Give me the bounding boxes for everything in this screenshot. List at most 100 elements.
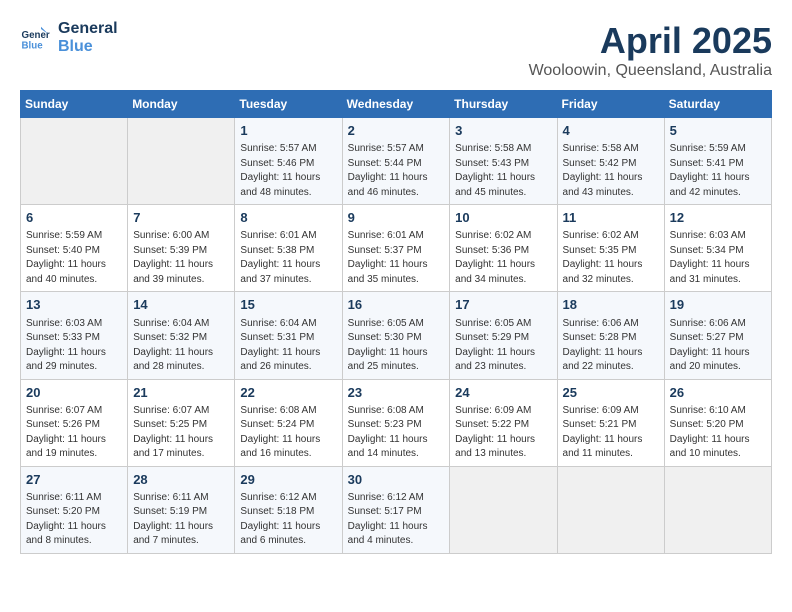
day-info: Sunrise: 6:04 AM Sunset: 5:31 PM Dayligh… <box>240 317 336 375</box>
day-info: Sunrise: 5:59 AM Sunset: 5:41 PM Dayligh… <box>670 142 766 200</box>
calendar-cell: 29 Sunrise: 6:12 AM Sunset: 5:18 PM Dayli… <box>235 466 342 553</box>
calendar-cell: 1 Sunrise: 5:57 AM Sunset: 5:46 PM Daylig… <box>235 118 342 205</box>
day-number: 5 <box>670 122 766 140</box>
calendar-cell: 7 Sunrise: 6:00 AM Sunset: 5:39 PM Daylig… <box>128 205 235 292</box>
calendar-cell: 26 Sunrise: 6:10 AM Sunset: 5:20 PM Dayli… <box>664 379 771 466</box>
calendar-cell: 5 Sunrise: 5:59 AM Sunset: 5:41 PM Daylig… <box>664 118 771 205</box>
calendar-cell: 25Sunrise: 6:09 AM Sunset: 5:21 PM Dayli… <box>557 379 664 466</box>
day-number: 26 <box>670 384 766 402</box>
week-row-5: 27 Sunrise: 6:11 AM Sunset: 5:20 PM Dayli… <box>21 466 772 553</box>
day-number: 14 <box>133 296 229 314</box>
header: General Blue General Blue April 2025 Woo… <box>20 20 772 80</box>
weekday-header-friday: Friday <box>557 91 664 118</box>
location-title: Wooloowin, Queensland, Australia <box>529 62 772 80</box>
calendar-cell: 3Sunrise: 5:58 AM Sunset: 5:43 PM Daylig… <box>450 118 557 205</box>
calendar-cell: 15 Sunrise: 6:04 AM Sunset: 5:31 PM Dayli… <box>235 292 342 379</box>
day-info: Sunrise: 6:02 AM Sunset: 5:35 PM Dayligh… <box>563 229 659 287</box>
day-number: 13 <box>26 296 122 314</box>
calendar-cell: 24 Sunrise: 6:09 AM Sunset: 5:22 PM Dayli… <box>450 379 557 466</box>
calendar-cell: 10 Sunrise: 6:02 AM Sunset: 5:36 PM Dayli… <box>450 205 557 292</box>
day-info: Sunrise: 6:07 AM Sunset: 5:26 PM Dayligh… <box>26 404 122 462</box>
calendar-cell <box>128 118 235 205</box>
calendar-cell: 16Sunrise: 6:05 AM Sunset: 5:30 PM Dayli… <box>342 292 450 379</box>
weekday-header-monday: Monday <box>128 91 235 118</box>
day-info: Sunrise: 6:09 AM Sunset: 5:22 PM Dayligh… <box>455 404 551 462</box>
day-number: 17 <box>455 296 551 314</box>
day-info: Sunrise: 6:06 AM Sunset: 5:27 PM Dayligh… <box>670 317 766 375</box>
logo-icon: General Blue <box>20 23 50 53</box>
title-section: April 2025 Wooloowin, Queensland, Austra… <box>529 20 772 80</box>
day-number: 10 <box>455 209 551 227</box>
calendar-cell <box>664 466 771 553</box>
day-info: Sunrise: 6:02 AM Sunset: 5:36 PM Dayligh… <box>455 229 551 287</box>
day-info: Sunrise: 6:11 AM Sunset: 5:19 PM Dayligh… <box>133 491 229 549</box>
day-number: 24 <box>455 384 551 402</box>
calendar-cell: 23Sunrise: 6:08 AM Sunset: 5:23 PM Dayli… <box>342 379 450 466</box>
day-number: 19 <box>670 296 766 314</box>
logo-blue: Blue <box>58 38 118 56</box>
day-number: 4 <box>563 122 659 140</box>
weekday-header-tuesday: Tuesday <box>235 91 342 118</box>
day-info: Sunrise: 6:01 AM Sunset: 5:38 PM Dayligh… <box>240 229 336 287</box>
day-number: 9 <box>348 209 445 227</box>
day-number: 7 <box>133 209 229 227</box>
day-number: 2 <box>348 122 445 140</box>
calendar-cell: 14Sunrise: 6:04 AM Sunset: 5:32 PM Dayli… <box>128 292 235 379</box>
calendar-cell: 13 Sunrise: 6:03 AM Sunset: 5:33 PM Dayli… <box>21 292 128 379</box>
week-row-3: 13 Sunrise: 6:03 AM Sunset: 5:33 PM Dayli… <box>21 292 772 379</box>
calendar-cell: 18Sunrise: 6:06 AM Sunset: 5:28 PM Dayli… <box>557 292 664 379</box>
day-info: Sunrise: 5:57 AM Sunset: 5:46 PM Dayligh… <box>240 142 336 200</box>
day-number: 28 <box>133 471 229 489</box>
calendar-cell: 19 Sunrise: 6:06 AM Sunset: 5:27 PM Dayli… <box>664 292 771 379</box>
day-info: Sunrise: 6:07 AM Sunset: 5:25 PM Dayligh… <box>133 404 229 462</box>
day-number: 6 <box>26 209 122 227</box>
weekday-header-wednesday: Wednesday <box>342 91 450 118</box>
day-number: 23 <box>348 384 445 402</box>
calendar-cell: 28 Sunrise: 6:11 AM Sunset: 5:19 PM Dayli… <box>128 466 235 553</box>
calendar-cell: 2 Sunrise: 5:57 AM Sunset: 5:44 PM Daylig… <box>342 118 450 205</box>
calendar-cell <box>450 466 557 553</box>
weekday-header-thursday: Thursday <box>450 91 557 118</box>
logo-general: General <box>58 20 118 38</box>
day-info: Sunrise: 6:11 AM Sunset: 5:20 PM Dayligh… <box>26 491 122 549</box>
day-number: 30 <box>348 471 445 489</box>
day-number: 25 <box>563 384 659 402</box>
calendar-cell: 12 Sunrise: 6:03 AM Sunset: 5:34 PM Dayli… <box>664 205 771 292</box>
day-number: 20 <box>26 384 122 402</box>
day-number: 1 <box>240 122 336 140</box>
day-number: 11 <box>563 209 659 227</box>
calendar-cell: 17 Sunrise: 6:05 AM Sunset: 5:29 PM Dayli… <box>450 292 557 379</box>
day-number: 3 <box>455 122 551 140</box>
day-info: Sunrise: 6:08 AM Sunset: 5:24 PM Dayligh… <box>240 404 336 462</box>
calendar-cell: 4 Sunrise: 5:58 AM Sunset: 5:42 PM Daylig… <box>557 118 664 205</box>
svg-text:Blue: Blue <box>22 41 44 52</box>
day-info: Sunrise: 6:10 AM Sunset: 5:20 PM Dayligh… <box>670 404 766 462</box>
calendar-cell <box>557 466 664 553</box>
day-info: Sunrise: 6:12 AM Sunset: 5:17 PM Dayligh… <box>348 491 445 549</box>
day-number: 15 <box>240 296 336 314</box>
day-number: 29 <box>240 471 336 489</box>
day-info: Sunrise: 6:03 AM Sunset: 5:34 PM Dayligh… <box>670 229 766 287</box>
week-row-4: 20 Sunrise: 6:07 AM Sunset: 5:26 PM Dayli… <box>21 379 772 466</box>
week-row-2: 6Sunrise: 5:59 AM Sunset: 5:40 PM Daylig… <box>21 205 772 292</box>
calendar-cell: 6Sunrise: 5:59 AM Sunset: 5:40 PM Daylig… <box>21 205 128 292</box>
day-number: 8 <box>240 209 336 227</box>
day-info: Sunrise: 6:12 AM Sunset: 5:18 PM Dayligh… <box>240 491 336 549</box>
weekday-header-sunday: Sunday <box>21 91 128 118</box>
day-info: Sunrise: 6:00 AM Sunset: 5:39 PM Dayligh… <box>133 229 229 287</box>
day-number: 12 <box>670 209 766 227</box>
day-info: Sunrise: 5:57 AM Sunset: 5:44 PM Dayligh… <box>348 142 445 200</box>
day-info: Sunrise: 6:03 AM Sunset: 5:33 PM Dayligh… <box>26 317 122 375</box>
day-info: Sunrise: 6:05 AM Sunset: 5:29 PM Dayligh… <box>455 317 551 375</box>
calendar-cell: 30 Sunrise: 6:12 AM Sunset: 5:17 PM Dayli… <box>342 466 450 553</box>
calendar-cell: 21Sunrise: 6:07 AM Sunset: 5:25 PM Dayli… <box>128 379 235 466</box>
day-number: 27 <box>26 471 122 489</box>
day-number: 16 <box>348 296 445 314</box>
weekday-header-row: SundayMondayTuesdayWednesdayThursdayFrid… <box>21 91 772 118</box>
month-title: April 2025 <box>529 20 772 62</box>
calendar-cell: 22Sunrise: 6:08 AM Sunset: 5:24 PM Dayli… <box>235 379 342 466</box>
day-info: Sunrise: 5:58 AM Sunset: 5:42 PM Dayligh… <box>563 142 659 200</box>
calendar-table: SundayMondayTuesdayWednesdayThursdayFrid… <box>20 90 772 554</box>
week-row-1: 1 Sunrise: 5:57 AM Sunset: 5:46 PM Daylig… <box>21 118 772 205</box>
calendar-cell: 9Sunrise: 6:01 AM Sunset: 5:37 PM Daylig… <box>342 205 450 292</box>
